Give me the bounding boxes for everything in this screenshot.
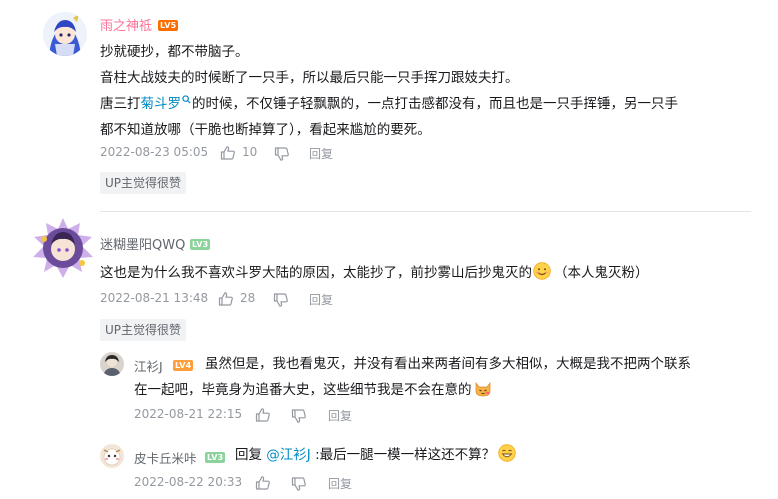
level-badge: LV5 (158, 20, 179, 31)
like-icon[interactable] (218, 291, 234, 307)
username[interactable]: 迷糊墨阳QWQ (100, 234, 185, 253)
up-liked-badge: UP主觉得很赞 (100, 172, 187, 194)
grin-emoji-icon (498, 444, 516, 462)
comment-line: 音柱大战妓夫的时候断了一只手，所以最后只能一只手挥刀跟妓夫打。 (100, 70, 519, 86)
comment-line: 都不知道放哪（干脆也断掉算了），看起来尴尬的要死。 (100, 122, 431, 138)
level-badge: LV3 (205, 452, 226, 463)
search-link[interactable]: 菊斗罗 (141, 96, 182, 112)
level-badge: LV4 (173, 360, 194, 371)
reply-line: 回复 @江衫J :最后一腿一模一样这还不算？ (235, 443, 516, 467)
comment-line: 抄就硬抄，都不带脑子。 (100, 44, 249, 60)
comment-text: 唐三打 (100, 96, 141, 112)
up-liked-badge: UP主觉得很赞 (100, 319, 187, 341)
mention-link[interactable]: @江衫J (266, 447, 310, 463)
reply-button[interactable]: 回复 (328, 407, 352, 424)
comment-line: 唐三打菊斗罗 的时候，不仅锤子轻飘飘的，一点打击感都没有，而且也是一只手挥锤，另一… (100, 92, 678, 116)
reply-line: 虽然但是，我也看鬼灭，并没有看出来两者间有多大相似，大概是我不把两个联系 (205, 356, 691, 372)
username[interactable]: 雨之神祗 (100, 15, 152, 34)
reply-prefix: 回复 (235, 447, 267, 463)
comment-text: （本人鬼灭粉） (554, 265, 649, 281)
smile-emoji-icon (533, 262, 551, 280)
reply-button[interactable]: 回复 (328, 475, 352, 492)
username[interactable]: 江衫J (134, 356, 163, 375)
username[interactable]: 皮卡丘米咔 (134, 448, 197, 467)
dislike-icon[interactable] (273, 292, 289, 308)
like-icon[interactable] (220, 145, 236, 161)
search-icon[interactable] (182, 95, 191, 104)
reply-button[interactable]: 回复 (309, 291, 333, 308)
comment-text: 这也是为什么我不喜欢斗罗大陆的原因，太能抄了，前抄雾山后抄鬼灭的 (100, 265, 532, 281)
comment-line: 这也是为什么我不喜欢斗罗大陆的原因，太能抄了，前抄雾山后抄鬼灭的 （本人鬼灭粉） (100, 261, 649, 285)
cat-emoji-icon (475, 381, 490, 397)
level-badge: LV3 (190, 239, 211, 250)
avatar[interactable] (43, 12, 87, 56)
avatar[interactable] (100, 352, 124, 376)
timestamp: 2022-08-21 22:15 (134, 407, 243, 421)
reply-text: 在一起吧，毕竟身为追番大史，这些细节我是不会在意的 (134, 382, 472, 398)
like-icon[interactable] (255, 407, 271, 423)
like-count: 28 (240, 291, 256, 305)
like-icon[interactable] (255, 475, 271, 491)
reply-button[interactable]: 回复 (309, 145, 333, 162)
timestamp: 2022-08-22 20:33 (134, 475, 243, 489)
dislike-icon[interactable] (291, 408, 307, 424)
divider (100, 211, 751, 212)
reply-text: :最后一腿一模一样这还不算？ (310, 447, 496, 463)
timestamp: 2022-08-21 13:48 (100, 291, 209, 305)
timestamp: 2022-08-23 05:05 (100, 145, 209, 159)
dislike-icon[interactable] (274, 146, 290, 162)
comment-text: 的时候，不仅锤子轻飘飘的，一点打击感都没有，而且也是一只手挥锤，另一只手 (192, 96, 678, 112)
dislike-icon[interactable] (291, 476, 307, 492)
avatar[interactable] (30, 215, 96, 281)
avatar[interactable] (100, 444, 124, 468)
reply-line: 在一起吧，毕竟身为追番大史，这些细节我是不会在意的 (134, 378, 492, 402)
like-count: 10 (242, 145, 258, 159)
